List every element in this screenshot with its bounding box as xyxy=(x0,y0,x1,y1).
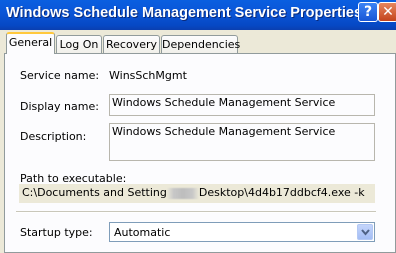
startup-type-select[interactable]: Automatic xyxy=(109,222,375,242)
close-icon: ✕ xyxy=(382,4,394,20)
redacted-blur xyxy=(166,187,199,199)
tab-recovery[interactable]: Recovery xyxy=(103,35,160,53)
path-field[interactable]: C:\Documents and Setting Desktop\4d4b17dd… xyxy=(19,184,375,203)
chevron-down-icon xyxy=(361,229,370,236)
display-name-label: Display name: xyxy=(20,100,99,113)
separator xyxy=(16,211,376,213)
tab-dependencies[interactable]: Dependencies xyxy=(161,35,240,53)
service-name-label: Service name: xyxy=(20,69,100,82)
path-prefix: C:\Documents and Setting xyxy=(22,186,167,199)
startup-type-value: Automatic xyxy=(114,226,171,239)
tab-general[interactable]: General xyxy=(6,32,55,54)
dropdown-button[interactable] xyxy=(357,224,373,240)
tab-strip: General Log On Recovery Dependencies xyxy=(0,30,396,54)
close-button[interactable]: ✕ xyxy=(378,2,396,22)
description-label: Description: xyxy=(20,130,87,143)
display-name-field[interactable]: Windows Schedule Management Service xyxy=(109,94,375,116)
service-name-value: WinsSchMgmt xyxy=(109,69,187,82)
help-icon: ? xyxy=(363,4,373,20)
title-bar[interactable]: Windows Schedule Management Service Prop… xyxy=(0,0,396,30)
window-title: Windows Schedule Management Service Prop… xyxy=(6,5,396,21)
description-field[interactable]: Windows Schedule Management Service xyxy=(109,123,375,161)
tab-log-on[interactable]: Log On xyxy=(56,35,102,53)
path-suffix: Desktop\4d4b17ddbcf4.exe -k xyxy=(198,186,365,199)
help-button[interactable]: ? xyxy=(358,2,378,22)
startup-type-label: Startup type: xyxy=(20,226,93,239)
